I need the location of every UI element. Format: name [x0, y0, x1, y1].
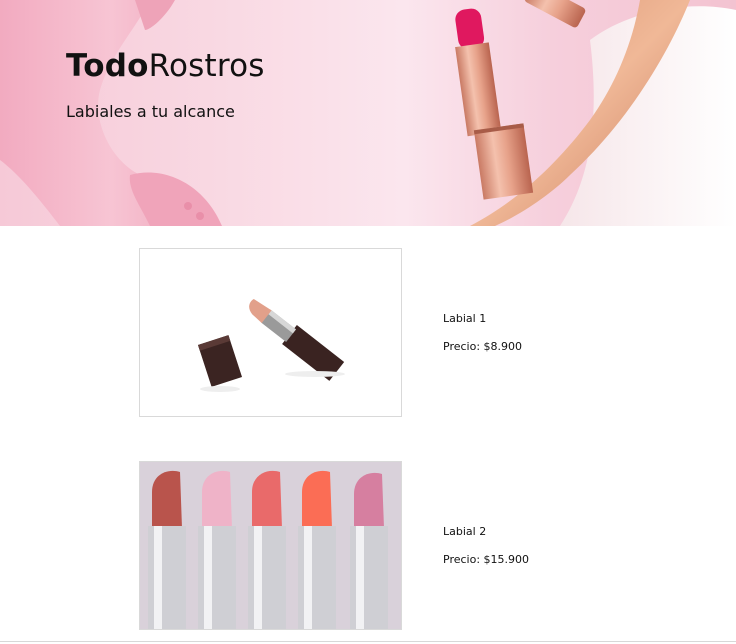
price-label: Precio: [443, 553, 481, 566]
hero-banner: TodoRostros Labiales a tu alcance [0, 0, 736, 226]
tagline: Labiales a tu alcance [66, 102, 235, 121]
product-price: Precio: $15.900 [443, 553, 529, 567]
product-name: Labial 1 [443, 312, 487, 325]
bottom-divider [0, 641, 736, 642]
price-label: Precio: [443, 340, 481, 353]
brand-regular-part: Rostros [148, 48, 265, 84]
product-image-labial-2[interactable] [139, 461, 402, 630]
product-price: Precio: $8.900 [443, 340, 522, 354]
nude-lipstick-icon [140, 249, 401, 416]
product-image-labial-1[interactable] [139, 248, 402, 417]
lipstick-set-icon [140, 462, 401, 629]
site-title[interactable]: TodoRostros [66, 46, 265, 86]
product-name: Labial 2 [443, 525, 487, 538]
price-value: $15.900 [483, 553, 530, 566]
price-value: $8.900 [483, 340, 523, 353]
brand-bold-part: Todo [66, 48, 149, 84]
